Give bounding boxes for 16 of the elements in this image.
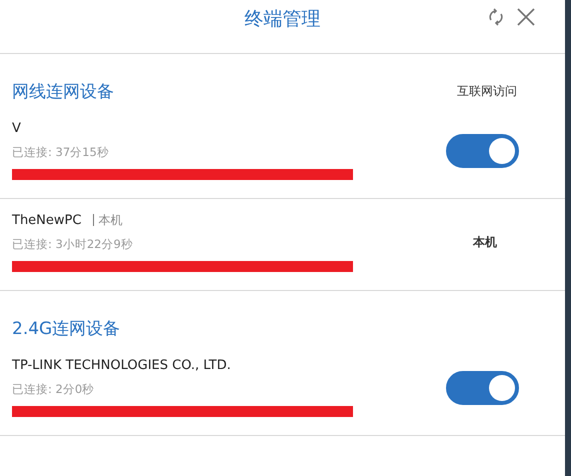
window-title: 终端管理 [244,6,320,32]
toggle-switch[interactable] [446,370,519,404]
device-tag: 本机 [93,214,122,226]
connection-time: 已连接: 3小时22分9秒 [12,237,134,252]
section-title: 网线连网设备 [12,81,114,103]
device-name: TP-LINK TECHNOLOGIES CO., LTD. [12,358,231,373]
refresh-icon[interactable] [487,8,505,26]
close-icon[interactable] [517,8,535,26]
access-label: 本机 [473,234,497,251]
section-title: 2.4G连网设备 [12,318,120,340]
toggle-switch[interactable] [446,134,519,168]
device-name: V [12,121,21,136]
connection-time: 已连接: 37分15秒 [12,145,110,160]
connection-time: 已连接: 2分0秒 [12,382,96,397]
column-header: 互联网访问 [457,83,517,100]
device-name: TheNewPC [12,213,82,228]
